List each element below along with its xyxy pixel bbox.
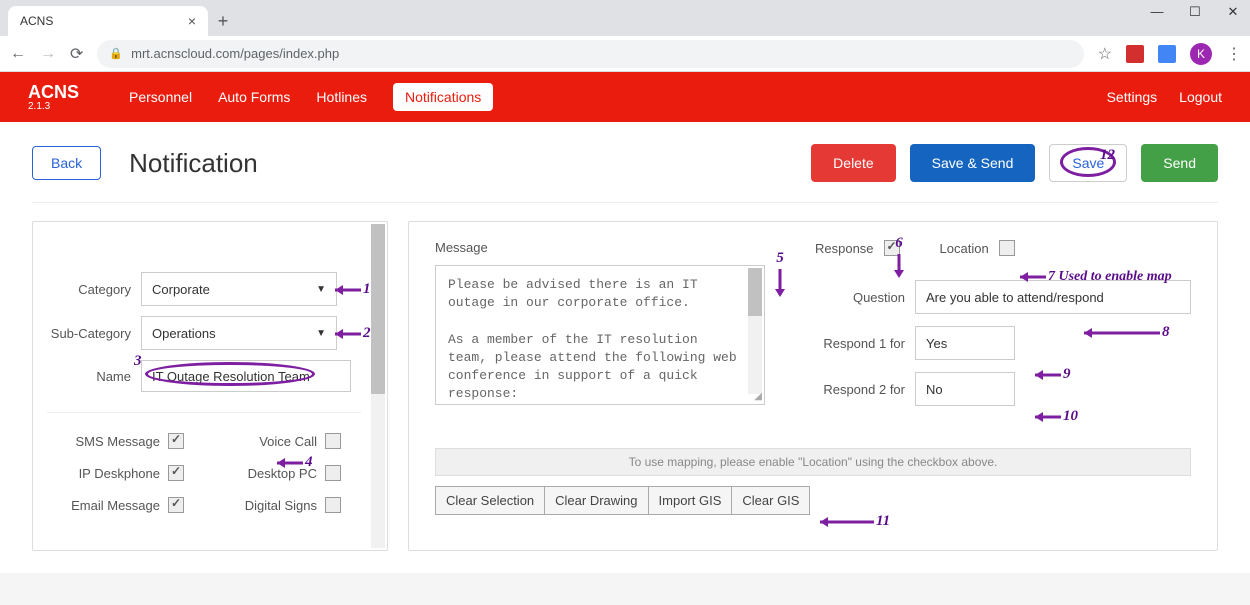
tab-title: ACNS [20,14,53,28]
back-button[interactable]: Back [32,146,101,180]
response-label: Response [815,241,874,256]
import-gis-button[interactable]: Import GIS [649,486,733,515]
message-body: Please be advised there is an IT outage … [436,266,764,404]
scrollbar[interactable] [371,224,385,548]
address-bar: ← → ⟳ 🔒 mrt.acnscloud.com/pages/index.ph… [0,36,1250,72]
clear-selection-button[interactable]: Clear Selection [435,486,545,515]
respond1-input[interactable]: Yes [915,326,1015,360]
page-title: Notification [129,148,258,179]
nav-settings[interactable]: Settings [1107,89,1158,105]
chevron-down-icon: ▼ [316,328,326,339]
window-maximize[interactable]: ☐ [1188,4,1202,20]
page-body: Back Notification Delete Save & Send Sav… [0,122,1250,573]
desktop-checkbox[interactable] [325,465,341,481]
gis-button-group: Clear Selection Clear Drawing Import GIS… [435,486,1191,515]
respond2-input[interactable]: No [915,372,1015,406]
brand-logo: ACNS [28,83,79,101]
page-head: Back Notification Delete Save & Send Sav… [32,144,1218,203]
respond1-label: Respond 1 for [815,336,905,351]
location-checkbox[interactable] [999,240,1015,256]
browser-tab-strip: ACNS × + [0,0,1250,36]
channel-checkboxes: SMS Message Voice Call IP Deskphone Desk… [47,412,361,513]
location-label: Location [940,241,989,256]
app-header: ACNS 2.1.3 Personnel Auto Forms Hotlines… [0,72,1250,122]
save-send-button[interactable]: Save & Send [910,144,1036,182]
nav-personnel[interactable]: Personnel [129,89,192,105]
map-notice: To use mapping, please enable "Location"… [435,448,1191,476]
category-label: Category [47,282,131,297]
star-icon[interactable]: ☆ [1098,44,1112,64]
email-checkbox-row: Email Message [47,497,204,513]
reload-icon[interactable]: ⟳ [70,44,83,64]
desktop-checkbox-row: Desktop PC [204,465,361,481]
save-button[interactable]: Save [1049,144,1127,182]
resize-grip-icon[interactable]: ◢ [754,391,762,402]
nav-forward-icon[interactable]: → [40,45,56,63]
profile-avatar[interactable]: K [1190,43,1212,65]
close-icon[interactable]: × [188,13,196,29]
clear-gis-button[interactable]: Clear GIS [732,486,810,515]
left-panel: Category Corporate ▼ Sub-Category Operat… [32,221,388,551]
reader-icon[interactable] [1158,45,1176,63]
ipdesk-checkbox-row: IP Deskphone [47,465,204,481]
digital-checkbox[interactable] [325,497,341,513]
subcategory-label: Sub-Category [47,326,131,341]
url-input[interactable]: 🔒 mrt.acnscloud.com/pages/index.php [97,40,1083,68]
sms-checkbox[interactable] [168,433,184,449]
lock-icon: 🔒 [109,47,123,60]
delete-button[interactable]: Delete [811,144,895,182]
message-label: Message [435,240,775,255]
sms-checkbox-row: SMS Message [47,433,204,449]
scrollbar-thumb[interactable] [371,224,385,394]
clear-drawing-button[interactable]: Clear Drawing [545,486,648,515]
respond2-label: Respond 2 for [815,382,905,397]
window-minimize[interactable]: — [1150,4,1164,20]
url-text: mrt.acnscloud.com/pages/index.php [131,46,339,61]
ipdesk-checkbox[interactable] [168,465,184,481]
nav-logout[interactable]: Logout [1179,89,1222,105]
question-input[interactable]: Are you able to attend/respond [915,280,1191,314]
extension-icon[interactable] [1126,45,1144,63]
window-close[interactable]: ✕ [1226,4,1240,20]
voice-checkbox[interactable] [325,433,341,449]
brand-version: 2.1.3 [28,101,79,112]
browser-tab[interactable]: ACNS × [8,6,208,36]
window-controls: — ☐ ✕ [1150,4,1240,20]
scrollbar-thumb[interactable] [748,268,762,316]
nav-hotlines[interactable]: Hotlines [316,89,367,105]
message-textarea[interactable]: Please be advised there is an IT outage … [435,265,765,405]
category-select[interactable]: Corporate ▼ [141,272,337,306]
question-label: Question [815,290,905,305]
name-input[interactable]: IT Outage Resolution Team [141,360,351,392]
voice-checkbox-row: Voice Call [204,433,361,449]
menu-icon[interactable]: ⋮ [1226,44,1240,64]
new-tab-button[interactable]: + [208,6,238,36]
textarea-scrollbar[interactable] [748,268,762,394]
nav-notifications[interactable]: Notifications [393,83,493,111]
send-button[interactable]: Send [1141,144,1218,182]
name-label: Name [47,369,131,384]
nav-back-icon[interactable]: ← [10,45,26,63]
digital-checkbox-row: Digital Signs [204,497,361,513]
subcategory-select[interactable]: Operations ▼ [141,316,337,350]
email-checkbox[interactable] [168,497,184,513]
response-checkbox[interactable] [884,240,900,256]
right-panel: Message Please be advised there is an IT… [408,221,1218,551]
brand: ACNS 2.1.3 [28,83,79,112]
chevron-down-icon: ▼ [316,284,326,295]
nav-autoforms[interactable]: Auto Forms [218,89,290,105]
